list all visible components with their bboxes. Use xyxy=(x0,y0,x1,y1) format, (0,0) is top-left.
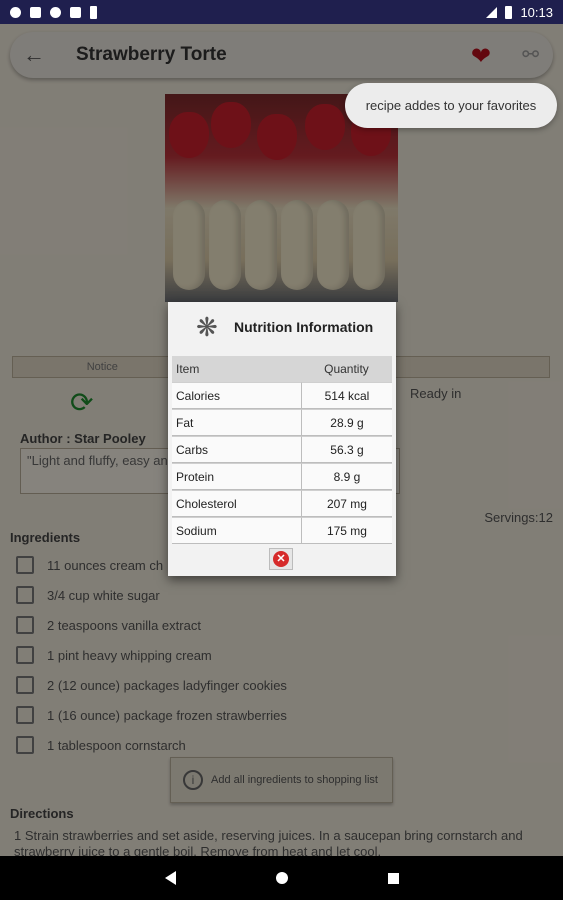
wifi-icon xyxy=(70,6,81,18)
table-row: Carbs 56.3 g xyxy=(172,436,392,463)
column-header-quantity: Quantity xyxy=(300,356,392,382)
chef-logo-icon: ❋ xyxy=(196,311,218,342)
nav-home-icon[interactable] xyxy=(275,872,288,884)
battery-icon xyxy=(505,5,513,19)
clock: 10:13 xyxy=(520,4,553,20)
column-header-item: Item xyxy=(172,356,301,382)
nav-back-icon[interactable] xyxy=(164,871,176,885)
table-header: Item Quantity xyxy=(172,356,392,382)
signal-icon xyxy=(486,6,498,18)
toast-message: recipe addes to your favorites xyxy=(345,83,557,128)
table-row: Fat 28.9 g xyxy=(172,409,392,436)
sd-card-icon xyxy=(90,5,97,19)
settings-icon xyxy=(10,6,21,18)
nutrition-dialog: ❋ Nutrition Information Item Quantity Ca… xyxy=(168,302,396,576)
table-row: Sodium 175 mg xyxy=(172,517,392,544)
system-nav-bar xyxy=(0,856,563,900)
table-row: Protein 8.9 g xyxy=(172,463,392,490)
app-icon xyxy=(30,6,41,18)
record-icon xyxy=(50,6,61,18)
nav-recents-icon[interactable] xyxy=(387,872,399,884)
table-row: Cholesterol 207 mg xyxy=(172,490,392,517)
close-icon: ✕ xyxy=(273,551,289,567)
table-row: Calories 514 kcal xyxy=(172,382,392,409)
status-bar: 10:13 xyxy=(0,0,563,24)
nutrition-table: Item Quantity Calories 514 kcal Fat 28.9 g… xyxy=(172,356,392,544)
close-button[interactable]: ✕ xyxy=(269,548,293,570)
dialog-title: Nutrition Information xyxy=(234,319,374,335)
